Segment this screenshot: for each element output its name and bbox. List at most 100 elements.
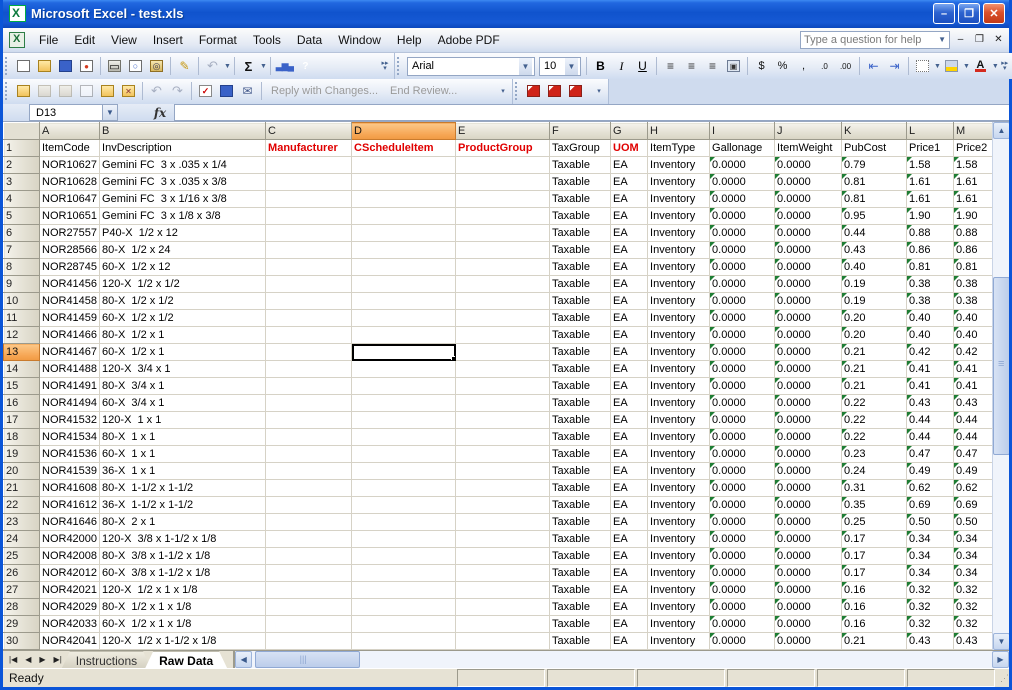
cell-D24[interactable] — [352, 531, 456, 548]
cell-D19[interactable] — [352, 446, 456, 463]
cell-J24[interactable]: 0.0000 — [775, 531, 842, 548]
cell-J23[interactable]: 0.0000 — [775, 514, 842, 531]
cell-D8[interactable] — [352, 259, 456, 276]
cell-D12[interactable] — [352, 327, 456, 344]
cell-E18[interactable] — [456, 429, 550, 446]
row-header-30[interactable]: 30 — [4, 633, 40, 650]
update-file-icon[interactable] — [217, 82, 236, 100]
cell-B17[interactable]: 120-X 1 x 1 — [100, 412, 266, 429]
print-icon[interactable]: ▭ — [105, 57, 124, 75]
cell-G16[interactable]: EA — [611, 395, 648, 412]
permission-icon[interactable]: ● — [77, 57, 96, 75]
cell-G12[interactable]: EA — [611, 327, 648, 344]
workbook-restore-button[interactable]: ❐ — [971, 32, 988, 48]
cell-H20[interactable]: Inventory — [648, 463, 710, 480]
cell-G26[interactable]: EA — [611, 565, 648, 582]
row-header-4[interactable]: 4 — [4, 191, 40, 208]
cell-M22[interactable]: 0.69 — [954, 497, 994, 514]
cell-J14[interactable]: 0.0000 — [775, 361, 842, 378]
column-header-H[interactable]: H — [648, 123, 710, 140]
cell-H11[interactable]: Inventory — [648, 310, 710, 327]
cell-E7[interactable] — [456, 242, 550, 259]
cell-F12[interactable]: Taxable — [550, 327, 611, 344]
cell-D13[interactable] — [352, 344, 456, 361]
cell-G29[interactable]: EA — [611, 616, 648, 633]
cell-I16[interactable]: 0.0000 — [710, 395, 775, 412]
cell-B15[interactable]: 80-X 3/4 x 1 — [100, 378, 266, 395]
cell-A20[interactable]: NOR41539 — [40, 463, 100, 480]
cell-A11[interactable]: NOR41459 — [40, 310, 100, 327]
cell-E5[interactable] — [456, 208, 550, 225]
cell-H6[interactable]: Inventory — [648, 225, 710, 242]
cell-B8[interactable]: 60-X 1/2 x 12 — [100, 259, 266, 276]
cell-K18[interactable]: 0.22 — [842, 429, 907, 446]
cell-F8[interactable]: Taxable — [550, 259, 611, 276]
cell-K17[interactable]: 0.22 — [842, 412, 907, 429]
autosum-icon[interactable]: Σ — [239, 57, 258, 75]
research-icon[interactable]: ◎ — [147, 57, 166, 75]
cell-B18[interactable]: 80-X 1 x 1 — [100, 429, 266, 446]
decrease-indent-icon[interactable]: ⇤ — [864, 57, 883, 75]
cell-J20[interactable]: 0.0000 — [775, 463, 842, 480]
cell-M14[interactable]: 0.41 — [954, 361, 994, 378]
cell-J6[interactable]: 0.0000 — [775, 225, 842, 242]
cell-L17[interactable]: 0.44 — [907, 412, 954, 429]
cell-L21[interactable]: 0.62 — [907, 480, 954, 497]
cell-I24[interactable]: 0.0000 — [710, 531, 775, 548]
cell-I20[interactable]: 0.0000 — [710, 463, 775, 480]
cell-I10[interactable]: 0.0000 — [710, 293, 775, 310]
cell-E8[interactable] — [456, 259, 550, 276]
cell-M25[interactable]: 0.34 — [954, 548, 994, 565]
end-review-button[interactable]: End Review... — [384, 85, 463, 97]
cell-M15[interactable]: 0.41 — [954, 378, 994, 395]
cell-D30[interactable] — [352, 633, 456, 650]
toolbar-grip[interactable] — [515, 82, 520, 100]
currency-icon[interactable]: $ — [752, 57, 771, 75]
cell-B5[interactable]: Gemini FC 3 x 1/8 x 3/8 — [100, 208, 266, 225]
cell-J13[interactable]: 0.0000 — [775, 344, 842, 361]
cell-H8[interactable]: Inventory — [648, 259, 710, 276]
help-icon[interactable]: ? — [296, 57, 315, 75]
cell-G4[interactable]: EA — [611, 191, 648, 208]
cell-C4[interactable] — [266, 191, 352, 208]
row-header-16[interactable]: 16 — [4, 395, 40, 412]
row-header-12[interactable]: 12 — [4, 327, 40, 344]
cell-G30[interactable]: EA — [611, 633, 648, 650]
cell-H18[interactable]: Inventory — [648, 429, 710, 446]
cell-K24[interactable]: 0.17 — [842, 531, 907, 548]
sheet-tab-raw-data[interactable]: Raw Data — [145, 651, 227, 668]
cell-I12[interactable]: 0.0000 — [710, 327, 775, 344]
cell-I8[interactable]: 0.0000 — [710, 259, 775, 276]
reply-with-changes-button[interactable]: Reply with Changes... — [265, 85, 384, 97]
cell-H27[interactable]: Inventory — [648, 582, 710, 599]
toolbar-options-icon[interactable]: ▾ — [497, 89, 509, 94]
cell-D27[interactable] — [352, 582, 456, 599]
cell-D14[interactable] — [352, 361, 456, 378]
cell-D1[interactable]: CScheduleItem — [352, 140, 456, 157]
cell-G24[interactable]: EA — [611, 531, 648, 548]
cell-K20[interactable]: 0.24 — [842, 463, 907, 480]
cell-L15[interactable]: 0.41 — [907, 378, 954, 395]
italic-icon[interactable]: I — [612, 57, 631, 75]
cell-E27[interactable] — [456, 582, 550, 599]
sheet-tab-instructions[interactable]: Instructions — [62, 651, 151, 668]
cell-G21[interactable]: EA — [611, 480, 648, 497]
cell-D4[interactable] — [352, 191, 456, 208]
cell-B16[interactable]: 60-X 3/4 x 1 — [100, 395, 266, 412]
borders-icon[interactable] — [913, 57, 932, 75]
cell-E16[interactable] — [456, 395, 550, 412]
cell-A4[interactable]: NOR10647 — [40, 191, 100, 208]
cell-K25[interactable]: 0.17 — [842, 548, 907, 565]
cell-M2[interactable]: 1.58 — [954, 157, 994, 174]
workbook-icon[interactable] — [9, 32, 25, 48]
cell-K27[interactable]: 0.16 — [842, 582, 907, 599]
cell-A26[interactable]: NOR42012 — [40, 565, 100, 582]
row-header-21[interactable]: 21 — [4, 480, 40, 497]
last-sheet-icon[interactable]: ▶| — [50, 655, 66, 664]
cell-D21[interactable] — [352, 480, 456, 497]
cell-J29[interactable]: 0.0000 — [775, 616, 842, 633]
cell-D29[interactable] — [352, 616, 456, 633]
minimize-button[interactable]: – — [933, 3, 955, 24]
cell-D2[interactable] — [352, 157, 456, 174]
row-header-3[interactable]: 3 — [4, 174, 40, 191]
